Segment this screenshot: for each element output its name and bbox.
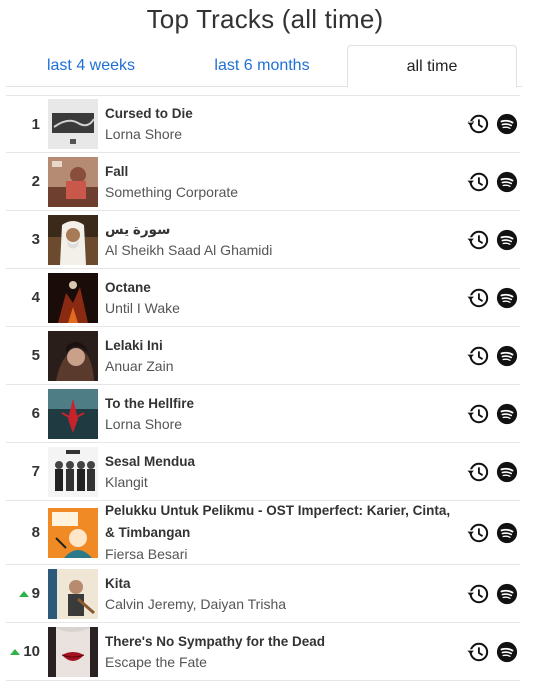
track-artist[interactable]: Lorna Shore [105, 124, 452, 145]
track-artist[interactable]: Calvin Jeremy, Daiyan Trisha [105, 594, 452, 615]
track-rank: 5 [31, 347, 40, 364]
track-title[interactable]: Lelaki Ini [105, 335, 452, 356]
track-title[interactable]: Pelukku Untuk Pelikmu - OST Imperfect: K… [105, 500, 452, 544]
history-icon[interactable] [467, 287, 489, 309]
track-list: 1 Cursed to Die Lorna Shore 2 Fall Somet… [6, 95, 520, 681]
track-title[interactable]: Kita [105, 573, 452, 594]
track-row: 7 Sesal Mendua Klangit [6, 443, 520, 501]
track-artist[interactable]: Fiersa Besari [105, 544, 452, 565]
spotify-icon[interactable] [496, 641, 518, 663]
track-title[interactable]: سورة يس [105, 219, 452, 240]
album-cover[interactable] [48, 568, 98, 619]
spotify-icon[interactable] [496, 229, 518, 251]
track-row: 9 Kita Calvin Jeremy, Daiyan Trisha [6, 565, 520, 623]
history-icon[interactable] [467, 522, 489, 544]
track-row: 6 To the Hellfire Lorna Shore [6, 385, 520, 443]
album-cover[interactable] [48, 626, 98, 677]
track-row: 10 There's No Sympathy for the Dead Esca… [6, 623, 520, 681]
track-artist[interactable]: Al Sheikh Saad Al Ghamidi [105, 240, 452, 261]
spotify-icon[interactable] [496, 287, 518, 309]
history-icon[interactable] [467, 583, 489, 605]
track-rank: 4 [31, 289, 40, 306]
album-cover[interactable] [48, 214, 98, 265]
track-rank: 8 [31, 524, 40, 541]
spotify-icon[interactable] [496, 583, 518, 605]
tab-all-time[interactable]: all time [347, 45, 517, 88]
track-rank: 10 [6, 623, 40, 680]
spotify-icon[interactable] [496, 171, 518, 193]
rank-up-arrow-icon [10, 648, 21, 655]
track-rank: 3 [31, 231, 40, 248]
rank-up-arrow-icon [18, 590, 29, 597]
track-artist[interactable]: Something Corporate [105, 182, 452, 203]
album-cover[interactable] [48, 507, 98, 558]
track-title[interactable]: There's No Sympathy for the Dead [105, 631, 452, 652]
track-row: 8 Pelukku Untuk Pelikmu - OST Imperfect:… [6, 501, 520, 565]
history-icon[interactable] [467, 171, 489, 193]
track-rank: 2 [31, 173, 40, 190]
album-cover[interactable] [48, 99, 98, 149]
track-artist[interactable]: Escape the Fate [105, 652, 452, 673]
album-cover[interactable] [48, 272, 98, 323]
history-icon[interactable] [467, 403, 489, 425]
history-icon[interactable] [467, 461, 489, 483]
tab-last-4-weeks[interactable]: last 4 weeks [6, 45, 176, 88]
history-icon[interactable] [467, 345, 489, 367]
track-row: 3 سورة يس Al Sheikh Saad Al Ghamidi [6, 211, 520, 269]
tab-last-6-months[interactable]: last 6 months [177, 45, 347, 88]
track-row: 1 Cursed to Die Lorna Shore [6, 95, 520, 153]
track-row: 2 Fall Something Corporate [6, 153, 520, 211]
track-artist[interactable]: Until I Wake [105, 298, 452, 319]
album-cover[interactable] [48, 446, 98, 497]
track-rank: 7 [31, 463, 40, 480]
spotify-icon[interactable] [496, 345, 518, 367]
track-title[interactable]: Octane [105, 277, 452, 298]
page-title: Top Tracks (all time) [146, 4, 384, 34]
track-title[interactable]: Sesal Mendua [105, 451, 452, 472]
track-artist[interactable]: Anuar Zain [105, 356, 452, 377]
spotify-icon[interactable] [496, 403, 518, 425]
track-title[interactable]: Fall [105, 161, 452, 182]
history-icon[interactable] [467, 641, 489, 663]
track-title[interactable]: Cursed to Die [105, 103, 452, 124]
track-rank: 6 [31, 405, 40, 422]
track-title[interactable]: To the Hellfire [105, 393, 452, 414]
album-cover[interactable] [48, 156, 98, 207]
time-range-tabs: last 4 weeks last 6 months all time [6, 45, 522, 88]
track-artist[interactable]: Klangit [105, 472, 452, 493]
history-icon[interactable] [467, 229, 489, 251]
track-artist[interactable]: Lorna Shore [105, 414, 452, 435]
spotify-icon[interactable] [496, 461, 518, 483]
spotify-icon[interactable] [496, 113, 518, 135]
track-rank: 9 [6, 565, 40, 622]
track-row: 5 Lelaki Ini Anuar Zain [6, 327, 520, 385]
track-row: 4 Octane Until I Wake [6, 269, 520, 327]
album-cover[interactable] [48, 330, 98, 381]
history-icon[interactable] [467, 113, 489, 135]
track-rank: 1 [31, 115, 40, 133]
album-cover[interactable] [48, 388, 98, 439]
spotify-icon[interactable] [496, 522, 518, 544]
